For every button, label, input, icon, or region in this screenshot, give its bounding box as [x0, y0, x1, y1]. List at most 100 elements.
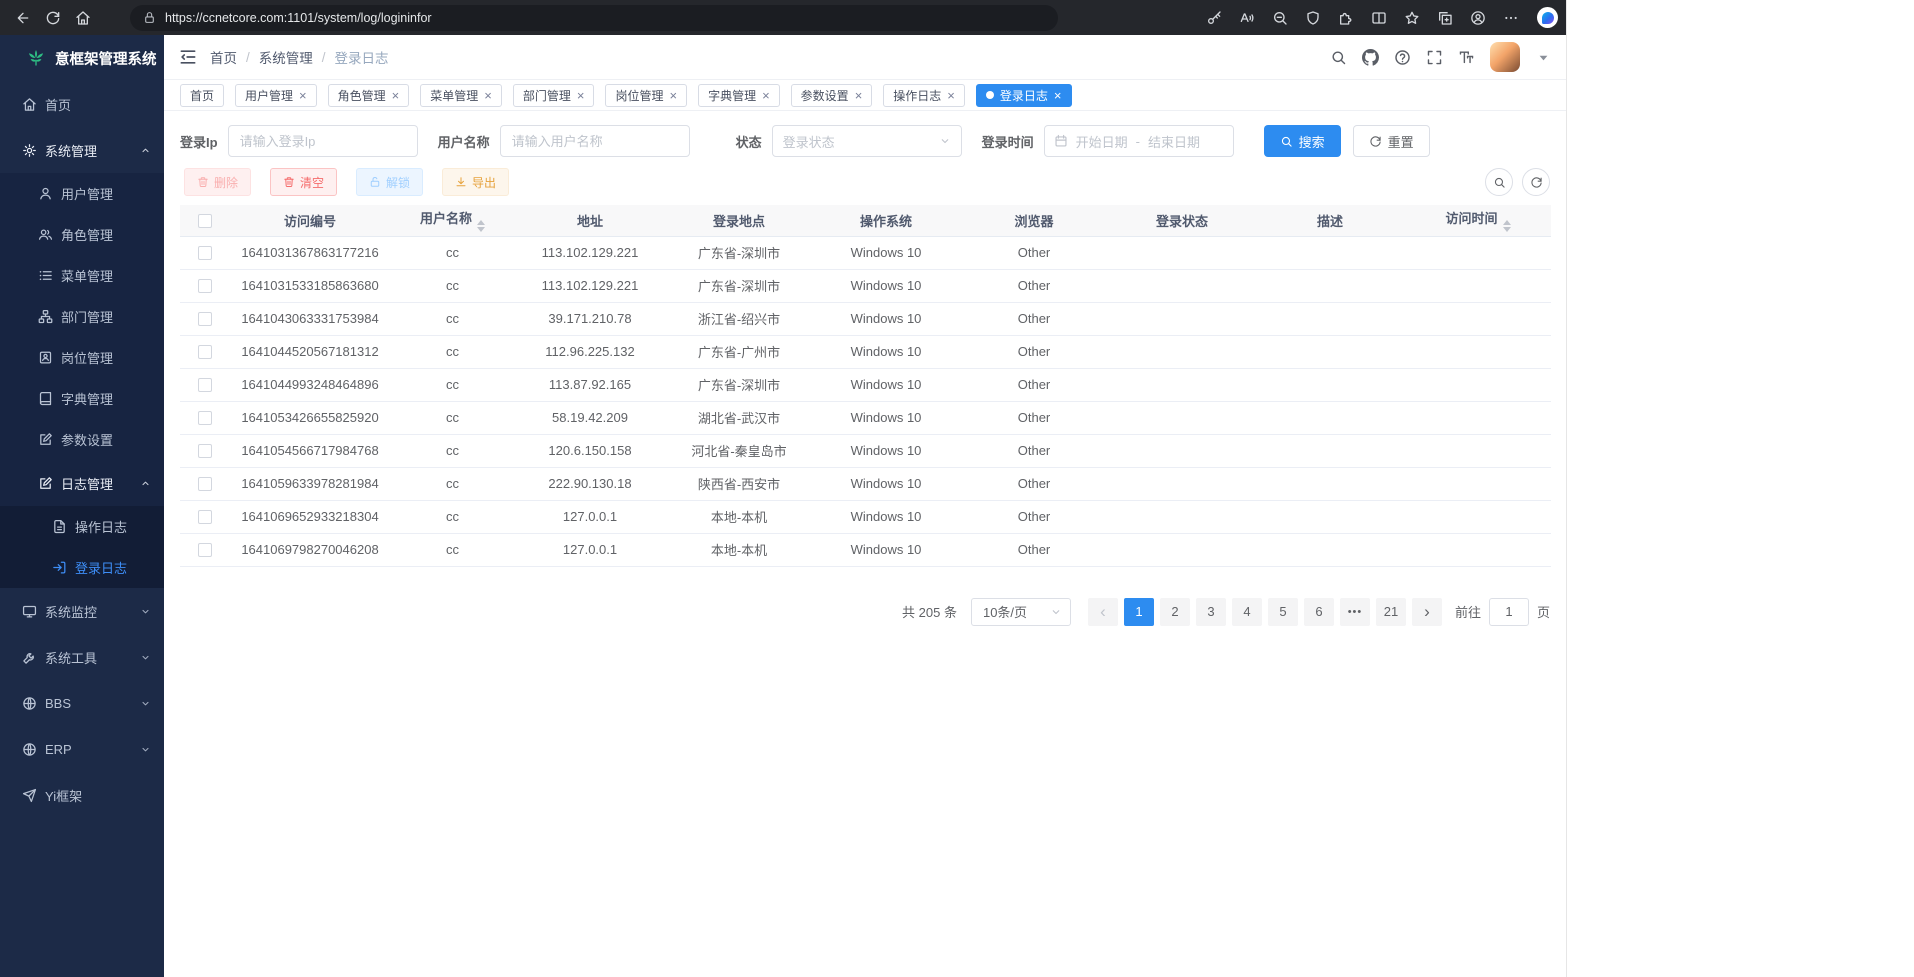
- next-page-button[interactable]: ›: [1412, 598, 1442, 626]
- tab-close-icon[interactable]: ×: [577, 89, 585, 102]
- more-icon[interactable]: [1496, 4, 1526, 31]
- sidebar-item-bbs[interactable]: BBS: [0, 680, 164, 726]
- sidebar-item-param-settings[interactable]: 参数设置: [0, 419, 164, 460]
- sidebar-item-user-mgmt[interactable]: 用户管理: [0, 173, 164, 214]
- tab-post-mgmt[interactable]: 岗位管理 ×: [605, 84, 687, 107]
- search-button[interactable]: 搜索: [1264, 125, 1341, 157]
- col-user-name-header[interactable]: 用户名称: [390, 205, 515, 236]
- page-button-1[interactable]: 1: [1124, 598, 1154, 626]
- breadcrumb-system-mgmt[interactable]: 系统管理: [259, 47, 313, 67]
- favorites-icon[interactable]: [1397, 4, 1427, 31]
- app-logo[interactable]: 意框架管理系统: [0, 35, 164, 81]
- clear-button[interactable]: 清空: [270, 168, 337, 196]
- pagination-ellipsis[interactable]: •••: [1340, 598, 1370, 626]
- page-button-6[interactable]: 6: [1304, 598, 1334, 626]
- start-date-placeholder[interactable]: 开始日期: [1076, 132, 1128, 151]
- login-ip-input[interactable]: [228, 125, 418, 157]
- select-all-checkbox[interactable]: [198, 214, 212, 228]
- page-size-select[interactable]: 10条/页: [971, 598, 1071, 626]
- end-date-placeholder[interactable]: 结束日期: [1148, 132, 1200, 151]
- sidebar-item-operation-log[interactable]: 操作日志: [0, 506, 164, 547]
- text-size-icon[interactable]: [1458, 49, 1475, 66]
- row-checkbox[interactable]: [198, 510, 212, 524]
- collections-icon[interactable]: [1430, 4, 1460, 31]
- fullscreen-icon[interactable]: [1426, 49, 1443, 66]
- sidebar-item-erp[interactable]: ERP: [0, 726, 164, 772]
- caret-down-icon[interactable]: [1535, 49, 1552, 66]
- tab-close-icon[interactable]: ×: [669, 89, 677, 102]
- goto-page-input[interactable]: [1489, 598, 1529, 626]
- page-button-21[interactable]: 21: [1376, 598, 1406, 626]
- sidebar-item-home[interactable]: 首页: [0, 81, 164, 127]
- tab-home[interactable]: 首页: [180, 84, 224, 107]
- col-visit-time-header[interactable]: 访问时间: [1405, 205, 1551, 236]
- user-avatar[interactable]: [1490, 42, 1520, 72]
- read-aloud-icon[interactable]: [1232, 4, 1262, 31]
- tab-role-mgmt[interactable]: 角色管理 ×: [328, 84, 410, 107]
- tab-user-mgmt[interactable]: 用户管理 ×: [235, 84, 317, 107]
- sidebar-item-yi-framework[interactable]: Yi框架: [0, 772, 164, 818]
- sidebar-item-post-mgmt[interactable]: 岗位管理: [0, 337, 164, 378]
- user-name-input[interactable]: [500, 125, 690, 157]
- login-time-range[interactable]: 开始日期 - 结束日期: [1044, 125, 1234, 157]
- sidebar-item-log-mgmt[interactable]: 日志管理: [0, 460, 164, 506]
- sidebar-item-role-mgmt[interactable]: 角色管理: [0, 214, 164, 255]
- delete-button[interactable]: 删除: [184, 168, 251, 196]
- tab-menu-mgmt[interactable]: 菜单管理 ×: [420, 84, 502, 107]
- github-icon[interactable]: [1362, 49, 1379, 66]
- sidebar-item-dict-mgmt[interactable]: 字典管理: [0, 378, 164, 419]
- row-checkbox[interactable]: [198, 246, 212, 260]
- row-checkbox[interactable]: [198, 543, 212, 557]
- page-button-5[interactable]: 5: [1268, 598, 1298, 626]
- reload-icon[interactable]: [38, 4, 68, 31]
- tab-dict-mgmt[interactable]: 字典管理 ×: [698, 84, 780, 107]
- shield-icon[interactable]: [1298, 4, 1328, 31]
- sort-icons[interactable]: [1503, 220, 1511, 232]
- sidebar-item-system-mgmt[interactable]: 系统管理: [0, 127, 164, 173]
- sidebar-item-monitor[interactable]: 系统监控: [0, 588, 164, 634]
- status-select[interactable]: 登录状态: [772, 125, 962, 157]
- sidebar-item-tools[interactable]: 系统工具: [0, 634, 164, 680]
- breadcrumb-home[interactable]: 首页: [210, 47, 237, 67]
- page-button-4[interactable]: 4: [1232, 598, 1262, 626]
- split-screen-icon[interactable]: [1364, 4, 1394, 31]
- tab-close-icon[interactable]: ×: [855, 89, 863, 102]
- row-checkbox[interactable]: [198, 444, 212, 458]
- row-checkbox[interactable]: [198, 411, 212, 425]
- back-icon[interactable]: [8, 4, 38, 31]
- zoom-out-icon[interactable]: [1265, 4, 1295, 31]
- toggle-search-button[interactable]: [1485, 168, 1513, 196]
- tab-operation-log[interactable]: 操作日志 ×: [883, 84, 965, 107]
- address-bar[interactable]: https://ccnetcore.com:1101/system/log/lo…: [130, 5, 1058, 31]
- tab-close-icon[interactable]: ×: [392, 89, 400, 102]
- prev-page-button[interactable]: ‹: [1088, 598, 1118, 626]
- tab-dept-mgmt[interactable]: 部门管理 ×: [513, 84, 595, 107]
- search-icon[interactable]: [1330, 49, 1347, 66]
- row-checkbox[interactable]: [198, 312, 212, 326]
- tab-close-icon[interactable]: ×: [762, 89, 770, 102]
- tab-close-icon[interactable]: ×: [947, 89, 955, 102]
- row-checkbox[interactable]: [198, 279, 212, 293]
- sidebar-item-login-log[interactable]: 登录日志: [0, 547, 164, 588]
- refresh-table-button[interactable]: [1522, 168, 1550, 196]
- sidebar-toggle-icon[interactable]: [178, 47, 198, 67]
- tab-close-icon[interactable]: ×: [1054, 89, 1062, 102]
- help-icon[interactable]: [1394, 49, 1411, 66]
- extensions-icon[interactable]: [1331, 4, 1361, 31]
- reset-button[interactable]: 重置: [1353, 125, 1430, 157]
- tab-login-log[interactable]: 登录日志 ×: [976, 84, 1072, 107]
- page-button-2[interactable]: 2: [1160, 598, 1190, 626]
- unlock-button[interactable]: 解锁: [356, 168, 423, 196]
- row-checkbox[interactable]: [198, 345, 212, 359]
- sort-icons[interactable]: [477, 220, 485, 232]
- sidebar-item-menu-mgmt[interactable]: 菜单管理: [0, 255, 164, 296]
- row-checkbox[interactable]: [198, 378, 212, 392]
- page-button-3[interactable]: 3: [1196, 598, 1226, 626]
- row-checkbox[interactable]: [198, 477, 212, 491]
- copilot-icon[interactable]: [1537, 7, 1558, 28]
- browser-profile-icon[interactable]: [1463, 4, 1493, 31]
- export-button[interactable]: 导出: [442, 168, 509, 196]
- browser-home-icon[interactable]: [68, 4, 98, 31]
- tab-close-icon[interactable]: ×: [484, 89, 492, 102]
- tab-param-settings[interactable]: 参数设置 ×: [791, 84, 873, 107]
